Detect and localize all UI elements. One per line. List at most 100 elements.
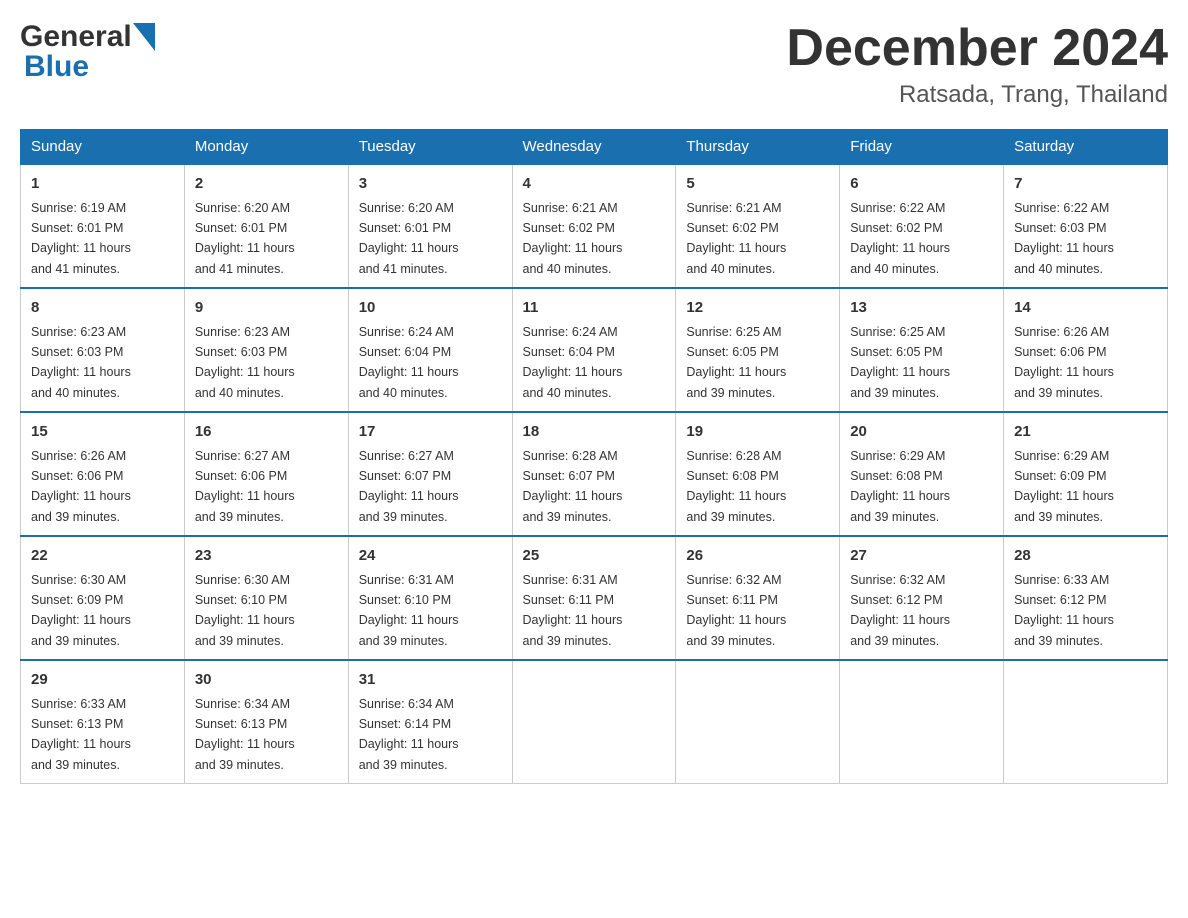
table-row: 31 Sunrise: 6:34 AMSunset: 6:14 PMDaylig…: [348, 660, 512, 784]
day-info: Sunrise: 6:22 AMSunset: 6:02 PMDaylight:…: [850, 201, 950, 276]
day-number: 7: [1014, 173, 1157, 196]
day-number: 26: [686, 545, 829, 568]
calendar-table: Sunday Monday Tuesday Wednesday Thursday…: [20, 129, 1168, 784]
logo-general-text: General: [20, 20, 132, 54]
day-info: Sunrise: 6:34 AMSunset: 6:13 PMDaylight:…: [195, 697, 295, 772]
table-row: 22 Sunrise: 6:30 AMSunset: 6:09 PMDaylig…: [21, 536, 185, 660]
day-number: 2: [195, 173, 338, 196]
day-number: 25: [523, 545, 666, 568]
day-info: Sunrise: 6:25 AMSunset: 6:05 PMDaylight:…: [686, 325, 786, 400]
day-info: Sunrise: 6:20 AMSunset: 6:01 PMDaylight:…: [195, 201, 295, 276]
day-info: Sunrise: 6:28 AMSunset: 6:07 PMDaylight:…: [523, 449, 623, 524]
logo-arrow-icon: [133, 23, 155, 51]
day-number: 23: [195, 545, 338, 568]
table-row: 26 Sunrise: 6:32 AMSunset: 6:11 PMDaylig…: [676, 536, 840, 660]
day-number: 4: [523, 173, 666, 196]
table-row: [676, 660, 840, 784]
day-info: Sunrise: 6:32 AMSunset: 6:11 PMDaylight:…: [686, 573, 786, 648]
day-number: 31: [359, 669, 502, 692]
day-info: Sunrise: 6:26 AMSunset: 6:06 PMDaylight:…: [31, 449, 131, 524]
table-row: 18 Sunrise: 6:28 AMSunset: 6:07 PMDaylig…: [512, 412, 676, 536]
table-row: 6 Sunrise: 6:22 AMSunset: 6:02 PMDayligh…: [840, 164, 1004, 288]
logo-blue-text: Blue: [24, 50, 89, 83]
col-friday: Friday: [840, 130, 1004, 165]
table-row: 1 Sunrise: 6:19 AMSunset: 6:01 PMDayligh…: [21, 164, 185, 288]
table-row: 12 Sunrise: 6:25 AMSunset: 6:05 PMDaylig…: [676, 288, 840, 412]
day-info: Sunrise: 6:31 AMSunset: 6:11 PMDaylight:…: [523, 573, 623, 648]
day-number: 12: [686, 297, 829, 320]
table-row: 7 Sunrise: 6:22 AMSunset: 6:03 PMDayligh…: [1004, 164, 1168, 288]
table-row: 8 Sunrise: 6:23 AMSunset: 6:03 PMDayligh…: [21, 288, 185, 412]
day-info: Sunrise: 6:26 AMSunset: 6:06 PMDaylight:…: [1014, 325, 1114, 400]
day-number: 27: [850, 545, 993, 568]
table-row: 2 Sunrise: 6:20 AMSunset: 6:01 PMDayligh…: [184, 164, 348, 288]
table-row: 19 Sunrise: 6:28 AMSunset: 6:08 PMDaylig…: [676, 412, 840, 536]
calendar-week-row: 15 Sunrise: 6:26 AMSunset: 6:06 PMDaylig…: [21, 412, 1168, 536]
day-number: 28: [1014, 545, 1157, 568]
day-info: Sunrise: 6:32 AMSunset: 6:12 PMDaylight:…: [850, 573, 950, 648]
col-monday: Monday: [184, 130, 348, 165]
day-number: 14: [1014, 297, 1157, 320]
day-number: 20: [850, 421, 993, 444]
day-number: 30: [195, 669, 338, 692]
day-number: 1: [31, 173, 174, 196]
day-number: 21: [1014, 421, 1157, 444]
day-info: Sunrise: 6:29 AMSunset: 6:09 PMDaylight:…: [1014, 449, 1114, 524]
col-tuesday: Tuesday: [348, 130, 512, 165]
calendar-week-row: 8 Sunrise: 6:23 AMSunset: 6:03 PMDayligh…: [21, 288, 1168, 412]
table-row: [512, 660, 676, 784]
logo: General Blue: [20, 20, 156, 84]
table-row: 20 Sunrise: 6:29 AMSunset: 6:08 PMDaylig…: [840, 412, 1004, 536]
day-number: 9: [195, 297, 338, 320]
day-info: Sunrise: 6:33 AMSunset: 6:12 PMDaylight:…: [1014, 573, 1114, 648]
day-number: 6: [850, 173, 993, 196]
day-info: Sunrise: 6:19 AMSunset: 6:01 PMDaylight:…: [31, 201, 131, 276]
table-row: 14 Sunrise: 6:26 AMSunset: 6:06 PMDaylig…: [1004, 288, 1168, 412]
calendar-week-row: 29 Sunrise: 6:33 AMSunset: 6:13 PMDaylig…: [21, 660, 1168, 784]
col-saturday: Saturday: [1004, 130, 1168, 165]
day-number: 11: [523, 297, 666, 320]
table-row: 29 Sunrise: 6:33 AMSunset: 6:13 PMDaylig…: [21, 660, 185, 784]
table-row: 3 Sunrise: 6:20 AMSunset: 6:01 PMDayligh…: [348, 164, 512, 288]
day-info: Sunrise: 6:24 AMSunset: 6:04 PMDaylight:…: [359, 325, 459, 400]
day-info: Sunrise: 6:31 AMSunset: 6:10 PMDaylight:…: [359, 573, 459, 648]
day-info: Sunrise: 6:30 AMSunset: 6:09 PMDaylight:…: [31, 573, 131, 648]
col-thursday: Thursday: [676, 130, 840, 165]
table-row: 30 Sunrise: 6:34 AMSunset: 6:13 PMDaylig…: [184, 660, 348, 784]
table-row: 17 Sunrise: 6:27 AMSunset: 6:07 PMDaylig…: [348, 412, 512, 536]
table-row: [1004, 660, 1168, 784]
day-info: Sunrise: 6:34 AMSunset: 6:14 PMDaylight:…: [359, 697, 459, 772]
table-row: 13 Sunrise: 6:25 AMSunset: 6:05 PMDaylig…: [840, 288, 1004, 412]
calendar-week-row: 1 Sunrise: 6:19 AMSunset: 6:01 PMDayligh…: [21, 164, 1168, 288]
day-info: Sunrise: 6:20 AMSunset: 6:01 PMDaylight:…: [359, 201, 459, 276]
calendar-header-row: Sunday Monday Tuesday Wednesday Thursday…: [21, 130, 1168, 165]
table-row: [840, 660, 1004, 784]
day-info: Sunrise: 6:23 AMSunset: 6:03 PMDaylight:…: [31, 325, 131, 400]
day-number: 24: [359, 545, 502, 568]
table-row: 4 Sunrise: 6:21 AMSunset: 6:02 PMDayligh…: [512, 164, 676, 288]
table-row: 24 Sunrise: 6:31 AMSunset: 6:10 PMDaylig…: [348, 536, 512, 660]
table-row: 28 Sunrise: 6:33 AMSunset: 6:12 PMDaylig…: [1004, 536, 1168, 660]
location-title: Ratsada, Trang, Thailand: [786, 81, 1168, 109]
table-row: 11 Sunrise: 6:24 AMSunset: 6:04 PMDaylig…: [512, 288, 676, 412]
table-row: 15 Sunrise: 6:26 AMSunset: 6:06 PMDaylig…: [21, 412, 185, 536]
day-info: Sunrise: 6:30 AMSunset: 6:10 PMDaylight:…: [195, 573, 295, 648]
table-row: 23 Sunrise: 6:30 AMSunset: 6:10 PMDaylig…: [184, 536, 348, 660]
day-number: 10: [359, 297, 502, 320]
table-row: 27 Sunrise: 6:32 AMSunset: 6:12 PMDaylig…: [840, 536, 1004, 660]
day-number: 18: [523, 421, 666, 444]
table-row: 16 Sunrise: 6:27 AMSunset: 6:06 PMDaylig…: [184, 412, 348, 536]
day-info: Sunrise: 6:21 AMSunset: 6:02 PMDaylight:…: [523, 201, 623, 276]
day-info: Sunrise: 6:22 AMSunset: 6:03 PMDaylight:…: [1014, 201, 1114, 276]
col-wednesday: Wednesday: [512, 130, 676, 165]
calendar-week-row: 22 Sunrise: 6:30 AMSunset: 6:09 PMDaylig…: [21, 536, 1168, 660]
day-number: 22: [31, 545, 174, 568]
title-block: December 2024 Ratsada, Trang, Thailand: [786, 20, 1168, 109]
day-info: Sunrise: 6:23 AMSunset: 6:03 PMDaylight:…: [195, 325, 295, 400]
table-row: 10 Sunrise: 6:24 AMSunset: 6:04 PMDaylig…: [348, 288, 512, 412]
table-row: 5 Sunrise: 6:21 AMSunset: 6:02 PMDayligh…: [676, 164, 840, 288]
day-number: 13: [850, 297, 993, 320]
table-row: 9 Sunrise: 6:23 AMSunset: 6:03 PMDayligh…: [184, 288, 348, 412]
month-title: December 2024: [786, 20, 1168, 77]
day-number: 5: [686, 173, 829, 196]
